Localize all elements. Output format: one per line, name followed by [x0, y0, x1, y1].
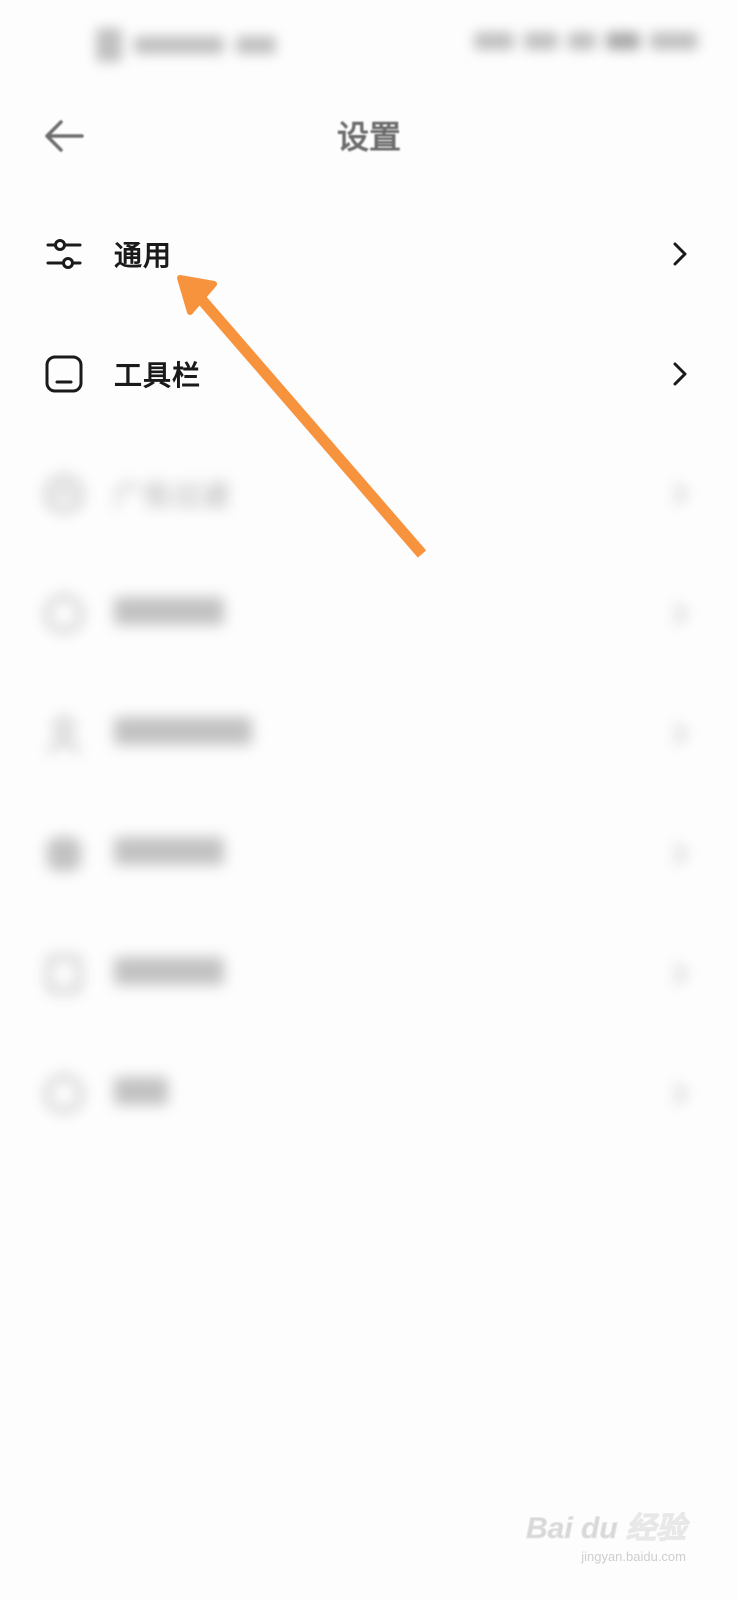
settings-item-blurred[interactable] — [0, 1034, 738, 1154]
settings-item-label-blurred — [114, 956, 224, 992]
sliders-icon — [44, 234, 84, 274]
settings-item-blurred[interactable] — [0, 794, 738, 914]
header: 设置 — [0, 100, 738, 170]
settings-item-label: 通用 — [114, 239, 173, 272]
status-left-text — [134, 36, 224, 54]
chevron-right-icon — [668, 714, 692, 754]
item-icon — [44, 594, 84, 634]
chevron-right-icon — [668, 1074, 692, 1114]
settings-list: 通用 工具栏 广告过滤 — [0, 194, 738, 1154]
status-indicator-icon — [474, 32, 514, 50]
settings-item-label-blurred — [114, 836, 224, 872]
item-icon — [44, 834, 84, 874]
info-icon — [44, 1074, 84, 1114]
watermark: Bai du 经验 jingyan.baidu.com — [525, 1503, 686, 1565]
chevron-right-icon — [668, 234, 692, 274]
status-indicator-icon — [524, 32, 558, 50]
carrier-icon — [96, 28, 122, 62]
settings-item-general[interactable]: 通用 — [0, 194, 738, 314]
item-icon — [44, 954, 84, 994]
clock-text — [650, 32, 698, 50]
ad-filter-icon — [44, 474, 84, 514]
settings-screen: 设置 通用 工具栏 广告过滤 Bai du 经验 jingyan.baidu.c… — [0, 0, 738, 1600]
watermark-logo: Bai du 经验 — [525, 1512, 686, 1546]
status-left — [96, 28, 276, 62]
chevron-right-icon — [668, 474, 692, 514]
page-title: 设置 — [336, 118, 401, 156]
settings-item-label-blurred — [114, 1076, 168, 1112]
battery-icon — [606, 32, 640, 50]
settings-item-label-blurred — [114, 716, 252, 752]
settings-item-blurred[interactable] — [0, 674, 738, 794]
watermark-url: jingyan.baidu.com — [581, 1549, 686, 1564]
settings-item-toolbar[interactable]: 工具栏 — [0, 314, 738, 434]
settings-item-label: 广告过滤 — [114, 479, 231, 512]
toolbar-icon — [44, 354, 84, 394]
settings-item-ad-filter[interactable]: 广告过滤 — [0, 434, 738, 554]
chevron-right-icon — [668, 354, 692, 394]
status-bar — [0, 18, 738, 72]
chevron-right-icon — [668, 594, 692, 634]
chevron-right-icon — [668, 834, 692, 874]
signal-icon — [236, 36, 276, 54]
settings-item-label-blurred — [114, 596, 224, 632]
settings-item-label: 工具栏 — [114, 359, 202, 392]
user-icon — [44, 714, 84, 754]
chevron-right-icon — [668, 954, 692, 994]
status-right — [474, 32, 698, 50]
settings-item-blurred[interactable] — [0, 914, 738, 1034]
wifi-icon — [568, 32, 596, 50]
settings-item-blurred[interactable] — [0, 554, 738, 674]
